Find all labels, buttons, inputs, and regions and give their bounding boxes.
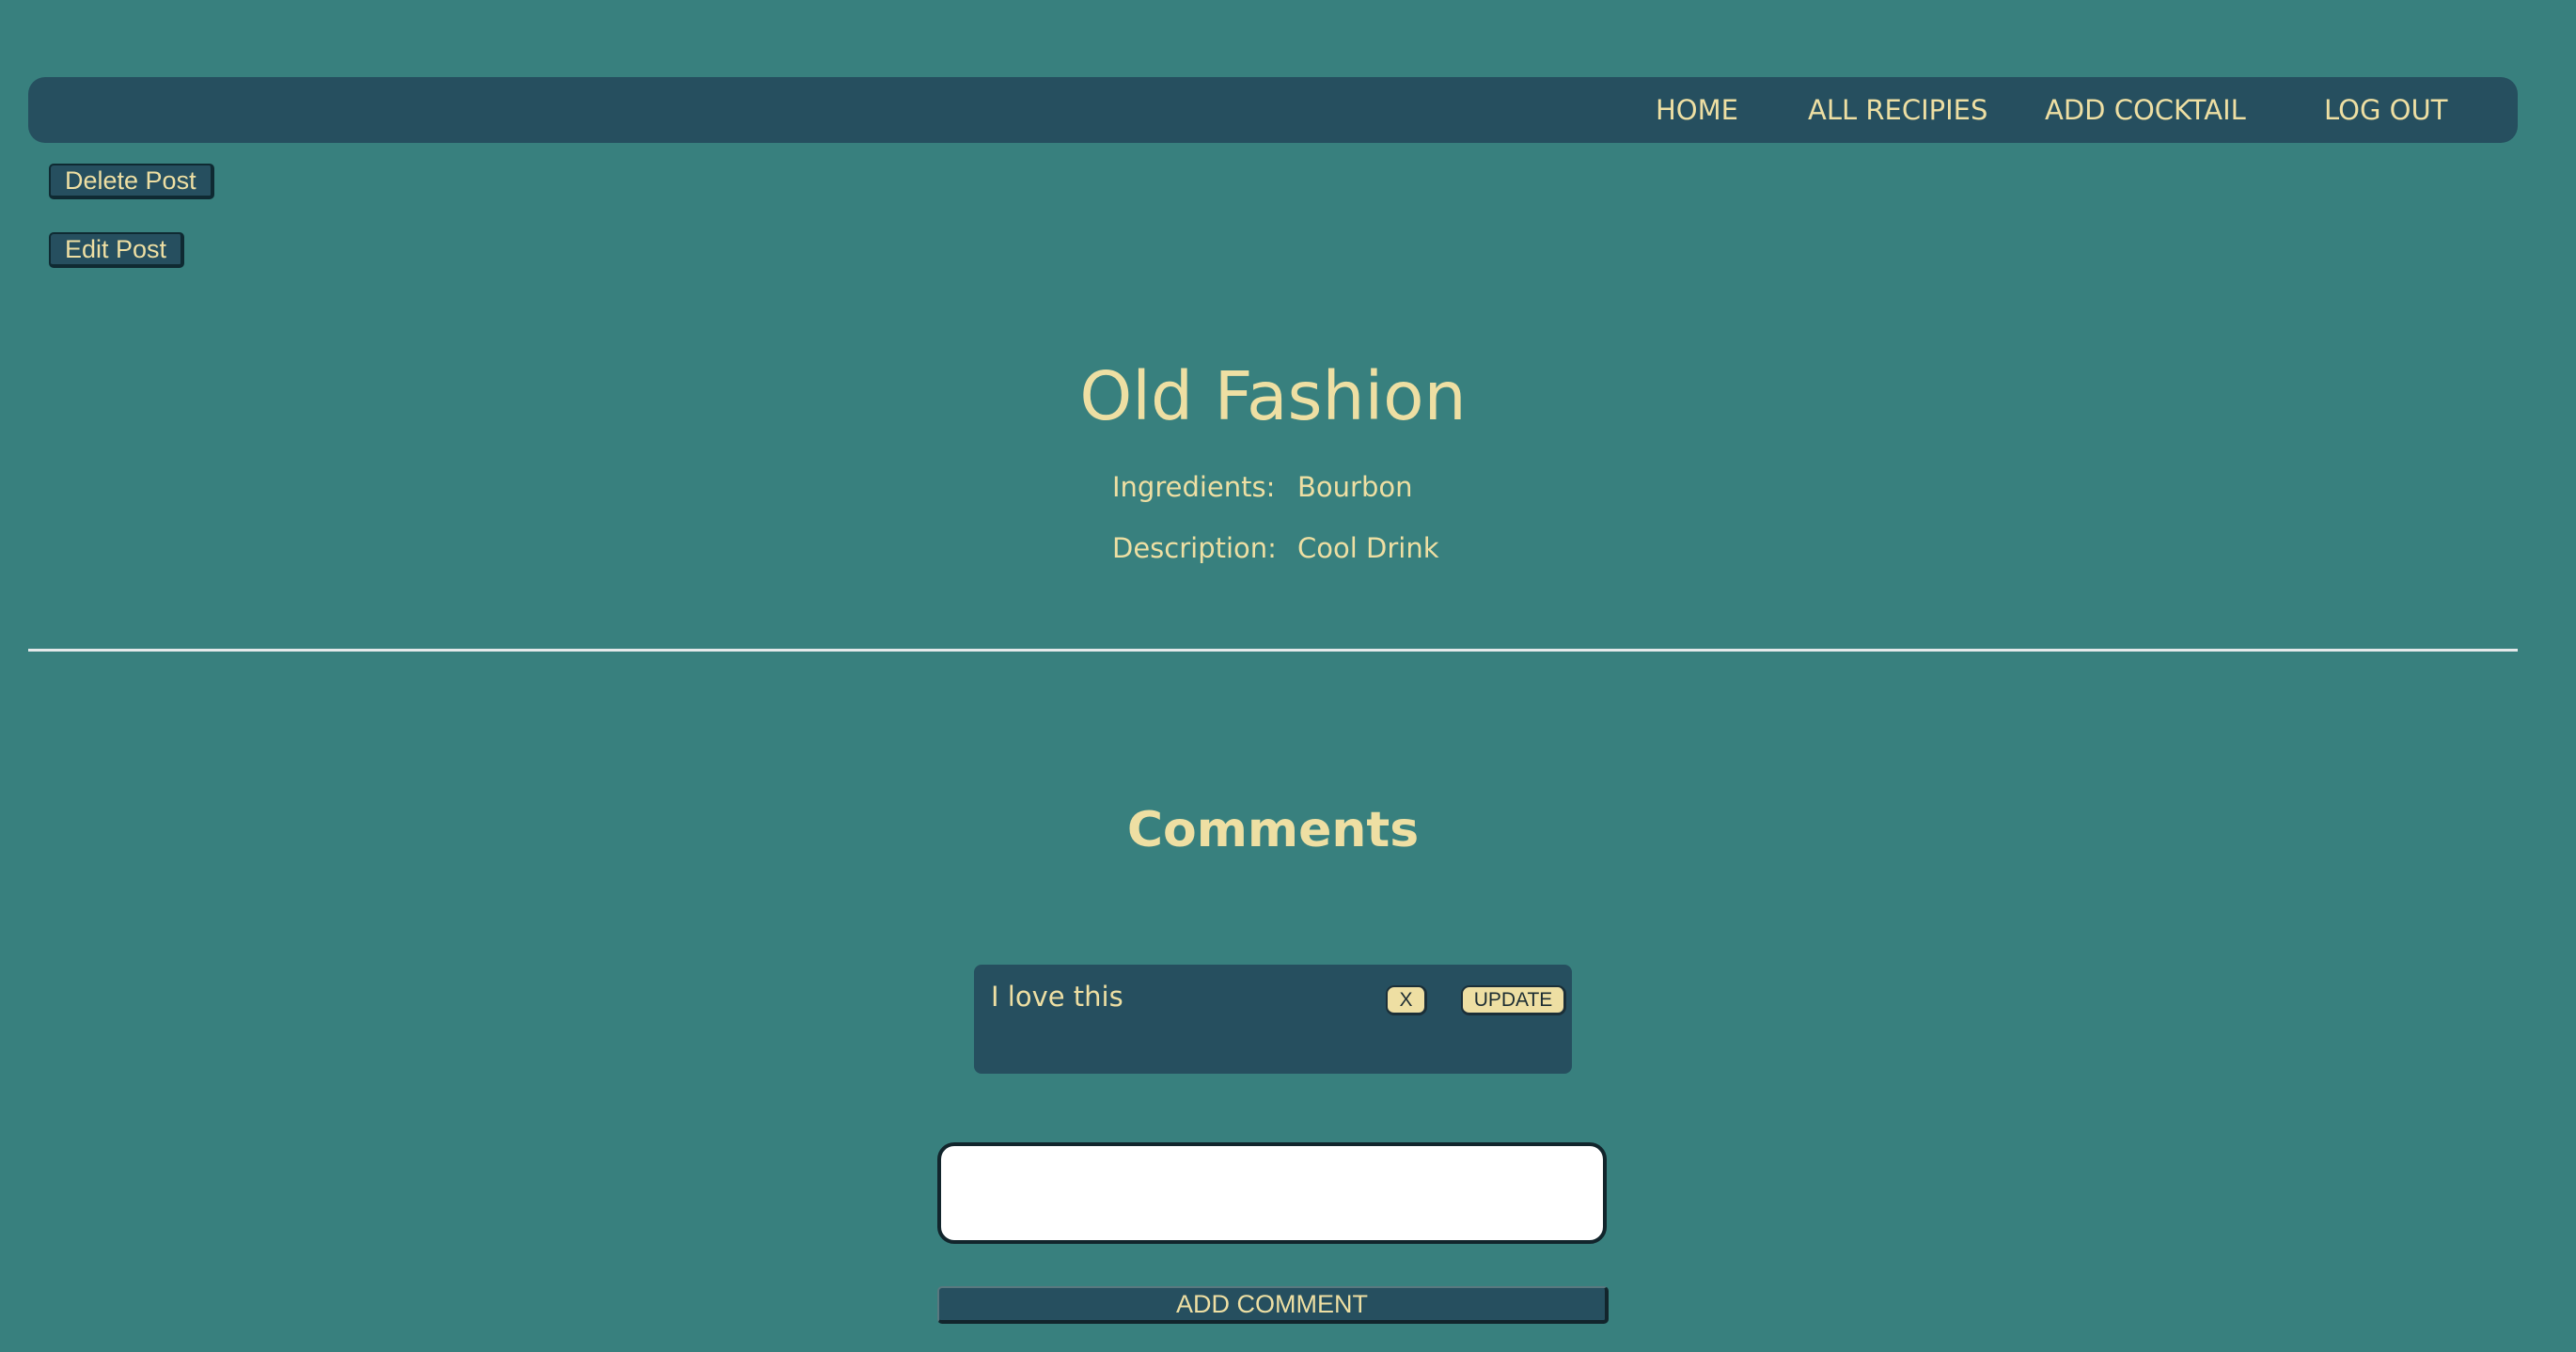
comments-heading: Comments bbox=[1126, 802, 1420, 858]
nav-all-recipes-link[interactable]: ALL RECIPIES bbox=[1808, 77, 1987, 143]
nav-log-out-link[interactable]: LOG OUT bbox=[2324, 77, 2447, 143]
description-value: Cool Drink bbox=[1297, 532, 1439, 564]
delete-comment-button[interactable]: X bbox=[1386, 985, 1427, 1015]
delete-post-button[interactable]: Delete Post bbox=[49, 164, 214, 199]
section-divider bbox=[28, 649, 2518, 652]
edit-post-button[interactable]: Edit Post bbox=[49, 232, 185, 268]
ingredients-label: Ingredients: bbox=[1112, 471, 1276, 503]
ingredients-value: Bourbon bbox=[1297, 471, 1413, 503]
comment-input[interactable] bbox=[937, 1142, 1607, 1244]
description-label: Description: bbox=[1112, 532, 1277, 564]
recipe-title: Old Fashion bbox=[1079, 357, 1467, 435]
comment-item: I love this X UPDATE bbox=[974, 965, 1572, 1074]
main-navbar: HOME ALL RECIPIES ADD COCKTAIL LOG OUT bbox=[28, 77, 2518, 143]
nav-add-cocktail-link[interactable]: ADD COCKTAIL bbox=[2045, 77, 2246, 143]
update-comment-button[interactable]: UPDATE bbox=[1461, 985, 1566, 1015]
nav-home-link[interactable]: HOME bbox=[1656, 77, 1738, 143]
add-comment-button[interactable]: ADD COMMENT bbox=[937, 1286, 1609, 1324]
comment-text: I love this bbox=[991, 981, 1123, 1013]
